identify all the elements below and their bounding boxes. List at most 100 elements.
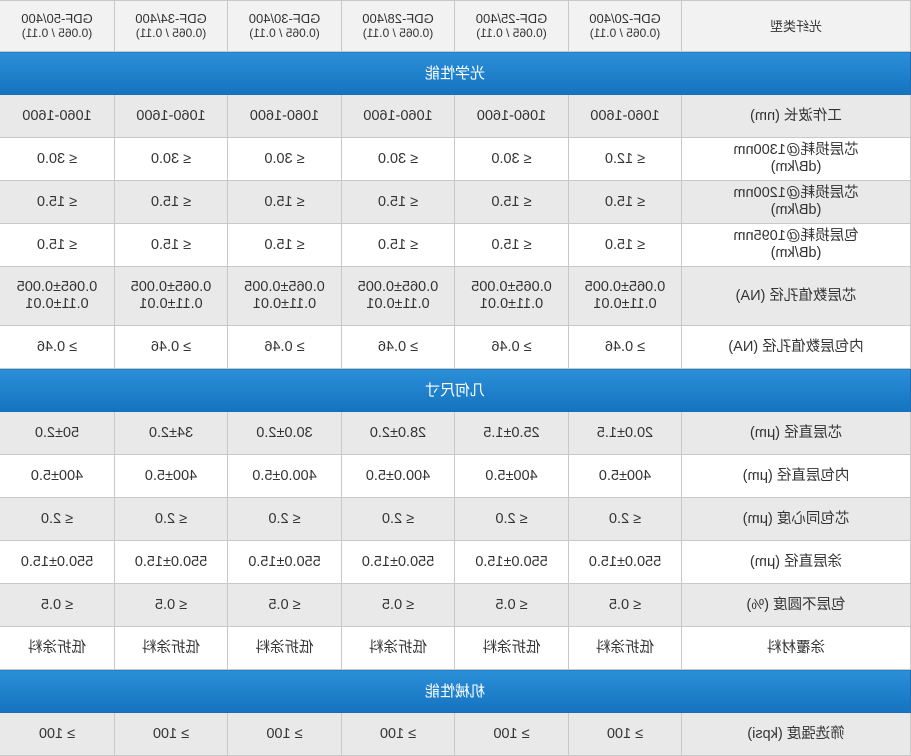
row-core-diameter: 芯层直径 (μm) 20.0±1.5 25.0±1.5 28.0±2.0 30.… [0, 411, 911, 455]
cell-value: 25.0±1.5 [454, 411, 569, 455]
header-model: GDF-34/400 (0.065 / 0.11) [114, 0, 228, 52]
cell-value: 低折涂料 [341, 626, 455, 670]
row-inner-clad-diameter: 内包层直径 (μm) 400±5.0 400±5.0 400.0±5.0 400… [0, 454, 911, 498]
cell-value: ≤ 0.5 [454, 583, 569, 627]
cell-value: 1060-1600 [568, 94, 682, 138]
cell-value: ≤ 15.0 [341, 223, 455, 267]
header-model: GDF-30/400 (0.065 / 0.11) [227, 0, 342, 52]
row-core-loss-1300: 芯层损耗@1300nm (dB/km) ≤ 12.0 ≤ 30.0 ≤ 30.0 … [0, 137, 911, 181]
row-coating-material: 涂覆材料 低折涂料 低折涂料 低折涂料 低折涂料 低折涂料 低折涂料 [0, 626, 911, 670]
cell-value: 400±5.0 [454, 454, 569, 498]
header-model: GDF-25/400 (0.065 / 0.11) [454, 0, 569, 52]
row-label: 包层不圆度 (%) [681, 583, 911, 627]
row-clad-loss-1095: 包层损耗@1095nm (dB/km) ≤ 15.0 ≤ 15.0 ≤ 15.0 … [0, 223, 911, 267]
header-model: GDF-50/400 (0.065 / 0.11) [0, 0, 115, 52]
fiber-spec-table: 光纤类型 GDF-20/400 (0.065 / 0.11) GDF-25/400… [0, 0, 911, 756]
cell-value: 400.0±5.0 [227, 454, 342, 498]
cell-value: ≤ 2.0 [568, 497, 682, 541]
row-label: 涂层直径 (μm) [681, 540, 911, 584]
cell-value: ≤ 0.5 [0, 583, 115, 627]
cell-value: ≥ 100 [0, 712, 115, 756]
section-mechanical: 机械性能 [0, 669, 911, 713]
cell-value: ≤ 15.0 [454, 223, 569, 267]
cell-value: ≤ 15.0 [0, 180, 115, 224]
cell-value: 低折涂料 [114, 626, 228, 670]
row-inner-clad-na: 内包层数值孔径 (NA) ≥ 0.46 ≥ 0.46 ≥ 0.46 ≥ 0.46… [0, 325, 911, 369]
row-core-loss-1200: 芯层损耗@1200nm (dB/km) ≤ 15.0 ≤ 15.0 ≤ 15.0 … [0, 180, 911, 224]
model-name: GDF-50/400 [21, 11, 93, 26]
cell-value: 20.0±1.5 [568, 411, 682, 455]
na-clad: 0.11±0.01 [366, 296, 430, 312]
cell-value: 400.0±5.0 [341, 454, 455, 498]
cell-value: ≥ 0.46 [114, 325, 228, 369]
na-core: 0.065±0.005 [244, 279, 325, 295]
cell-value: 0.065±0.005 0.11±0.01 [0, 266, 115, 326]
cell-value: 0.065±0.005 0.11±0.01 [454, 266, 569, 326]
model-spec: (0.065 / 0.11) [135, 26, 207, 40]
cell-value: ≥ 100 [341, 712, 455, 756]
na-clad: 0.11±0.01 [252, 296, 317, 312]
cell-value: ≤ 2.0 [227, 497, 342, 541]
na-clad: 0.11±0.01 [593, 296, 657, 312]
model-spec: (0.065 / 0.11) [476, 26, 547, 40]
cell-value: ≤ 15.0 [0, 223, 115, 267]
model-name: GDF-34/400 [135, 11, 207, 26]
cell-value: ≥ 0.46 [227, 325, 342, 369]
cell-value: ≤ 15.0 [341, 180, 455, 224]
model-spec: (0.065 / 0.11) [362, 26, 434, 40]
cell-value: ≤ 2.0 [341, 497, 455, 541]
row-label: 芯层直径 (μm) [681, 411, 911, 455]
cell-value: ≥ 100 [568, 712, 682, 756]
cell-value: 低折涂料 [568, 626, 682, 670]
row-core-na: 芯层数值孔径 (NA) 0.065±0.005 0.11±0.01 0.065±0… [0, 266, 911, 326]
row-label-unit: (dB/km) [770, 159, 822, 175]
row-label-line: 芯层损耗@1200nm [733, 185, 859, 201]
model-name: GDF-25/400 [475, 11, 548, 26]
cell-value: ≤ 30.0 [0, 137, 115, 181]
model-name: GDF-20/400 [589, 11, 661, 26]
row-label-line: 包层损耗@1095nm [733, 228, 859, 244]
row-clad-noncircularity: 包层不圆度 (%) ≤ 0.5 ≤ 0.5 ≤ 0.5 ≤ 0.5 ≤ 0.5 … [0, 583, 911, 627]
cell-value: 低折涂料 [454, 626, 569, 670]
cell-value: ≤ 0.5 [568, 583, 682, 627]
row-label: 芯层损耗@1300nm (dB/km) [681, 137, 911, 181]
cell-value: 1060-1600 [454, 94, 569, 138]
cell-value: 400±5.0 [568, 454, 682, 498]
cell-value: 34±2.0 [114, 411, 228, 455]
cell-value: ≥ 0.46 [0, 325, 115, 369]
cell-value: ≤ 15.0 [114, 180, 228, 224]
na-clad: 0.11±0.01 [479, 296, 544, 312]
row-label: 芯层损耗@1200nm (dB/km) [681, 180, 911, 224]
cell-value: ≤ 30.0 [227, 137, 342, 181]
section-geometry: 几何尺寸 [0, 368, 911, 412]
na-core: 0.065±0.005 [16, 279, 98, 295]
cell-value: ≤ 15.0 [568, 180, 682, 224]
row-label-line: 芯层损耗@1300nm [733, 142, 859, 158]
header-model: GDF-28/400 (0.065 / 0.11) [341, 0, 455, 52]
row-proof-strength: 筛选强度 (kpsi) ≥ 100 ≥ 100 ≥ 100 ≥ 100 ≥ 10… [0, 712, 911, 756]
cell-value: ≥ 0.46 [341, 325, 455, 369]
row-label: 涂覆材料 [681, 626, 911, 670]
na-core: 0.065±0.005 [471, 279, 552, 295]
row-label: 内包层直径 (μm) [681, 454, 911, 498]
row-label: 芯包同心度 (μm) [681, 497, 911, 541]
cell-value: ≤ 30.0 [454, 137, 569, 181]
cell-value: ≤ 15.0 [227, 180, 342, 224]
cell-value: 低折涂料 [227, 626, 342, 670]
cell-value: 550.0±15.0 [227, 540, 342, 584]
cell-value: 0.065±0.005 0.11±0.01 [341, 266, 455, 326]
section-optical: 光学性能 [0, 51, 911, 95]
model-name: GDF-28/400 [362, 11, 434, 26]
cell-value: ≤ 2.0 [0, 497, 115, 541]
section-title: 机械性能 [0, 669, 911, 713]
cell-value: ≥ 0.46 [568, 325, 682, 369]
model-spec: (0.065 / 0.11) [249, 26, 320, 40]
na-clad: 0.11±0.01 [25, 296, 89, 312]
cell-value: 28.0±2.0 [341, 411, 455, 455]
cell-value: ≥ 0.46 [454, 325, 569, 369]
cell-value: 550.0±15.0 [114, 540, 228, 584]
model-name: GDF-30/400 [248, 11, 321, 26]
cell-value: 低折涂料 [0, 626, 115, 670]
row-label: 包层损耗@1095nm (dB/km) [681, 223, 911, 267]
cell-value: 1060-1600 [341, 94, 455, 138]
